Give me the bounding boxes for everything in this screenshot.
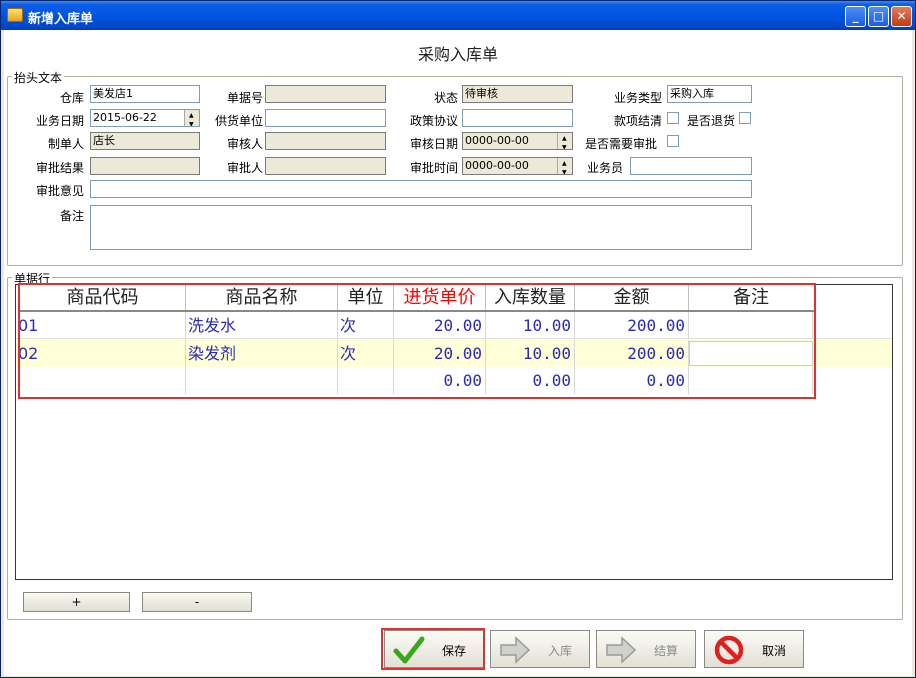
doc-no-label: 单据号: [226, 91, 263, 105]
minimize-button[interactable]: _: [845, 6, 866, 27]
approver-field: [265, 157, 386, 175]
status-field: 待审核: [462, 85, 573, 103]
arrow-right-icon: [606, 636, 637, 664]
settled-checkbox[interactable]: [667, 112, 679, 124]
window-title: 新增入库单: [28, 12, 94, 27]
remark-label: 备注: [59, 209, 84, 223]
warehouse-field[interactable]: 美发店1: [90, 85, 200, 103]
auditor-field: [265, 132, 386, 150]
salesman-label: 业务员: [586, 161, 623, 175]
need-approve-checkbox[interactable]: [667, 135, 679, 147]
approve-opinion-label: 审批意见: [35, 184, 84, 198]
returned-label: 是否退货: [686, 114, 735, 128]
settle-label: 结算: [653, 644, 678, 658]
settled-label: 款项结清: [613, 114, 662, 128]
approver-label: 审批人: [226, 161, 263, 175]
approve-result-field: [90, 157, 200, 175]
remove-row-button[interactable]: -: [142, 592, 252, 612]
audit-date-field: 0000-00-00: [462, 132, 573, 150]
grid-highlight-frame: [18, 283, 816, 399]
save-highlight-frame: [381, 628, 485, 670]
supplier-label: 供货单位: [214, 114, 263, 128]
form-title: 采购入库单: [417, 45, 498, 64]
no-entry-icon: [714, 635, 744, 665]
approve-time-label: 审批时间: [409, 161, 458, 175]
stock-in-button[interactable]: 入库: [490, 630, 590, 668]
approve-result-label: 审批结果: [35, 161, 84, 175]
close-button[interactable]: ✕: [891, 6, 912, 27]
auditor-label: 审核人: [226, 137, 263, 151]
header-group-label: 抬头文本: [12, 69, 65, 86]
status-label: 状态: [433, 91, 458, 105]
arrow-right-icon: [500, 636, 531, 664]
maximize-button[interactable]: □: [868, 6, 889, 27]
warehouse-label: 仓库: [59, 91, 84, 105]
biz-date-spinner-icon[interactable]: [184, 110, 199, 126]
stock-in-label: 入库: [547, 644, 572, 658]
need-approve-label: 是否需要审批: [584, 137, 657, 151]
audit-date-value: 0000-00-00: [465, 134, 529, 147]
settle-button[interactable]: 结算: [596, 630, 696, 668]
biz-date-value: 2015-06-22: [93, 111, 157, 124]
approve-time-field: 0000-00-00: [462, 157, 573, 175]
biz-date-field[interactable]: 2015-06-22: [90, 109, 200, 127]
policy-label: 政策协议: [409, 114, 458, 128]
creator-label: 制单人: [47, 137, 84, 151]
doc-no-field: [265, 85, 386, 103]
remark-field[interactable]: [90, 205, 752, 250]
approve-opinion-field[interactable]: [90, 180, 752, 198]
add-row-button[interactable]: +: [23, 592, 130, 612]
returned-checkbox[interactable]: [739, 112, 751, 124]
approve-time-value: 0000-00-00: [465, 159, 529, 172]
audit-date-spinner-icon: [557, 133, 572, 149]
cancel-button[interactable]: 取消: [704, 630, 804, 668]
approve-time-spinner-icon: [557, 158, 572, 174]
title-bar[interactable]: 新增入库单 _ □ ✕: [1, 1, 915, 30]
creator-field: 店长: [90, 132, 200, 150]
audit-date-label: 审核日期: [409, 137, 458, 151]
app-icon: [7, 8, 23, 22]
biz-type-label: 业务类型: [613, 91, 662, 105]
cancel-label: 取消: [761, 644, 786, 658]
biz-type-field[interactable]: 采购入库: [667, 85, 752, 103]
policy-field[interactable]: [462, 109, 573, 127]
biz-date-label: 业务日期: [35, 114, 84, 128]
supplier-field[interactable]: [265, 109, 386, 127]
salesman-field[interactable]: [630, 157, 752, 175]
